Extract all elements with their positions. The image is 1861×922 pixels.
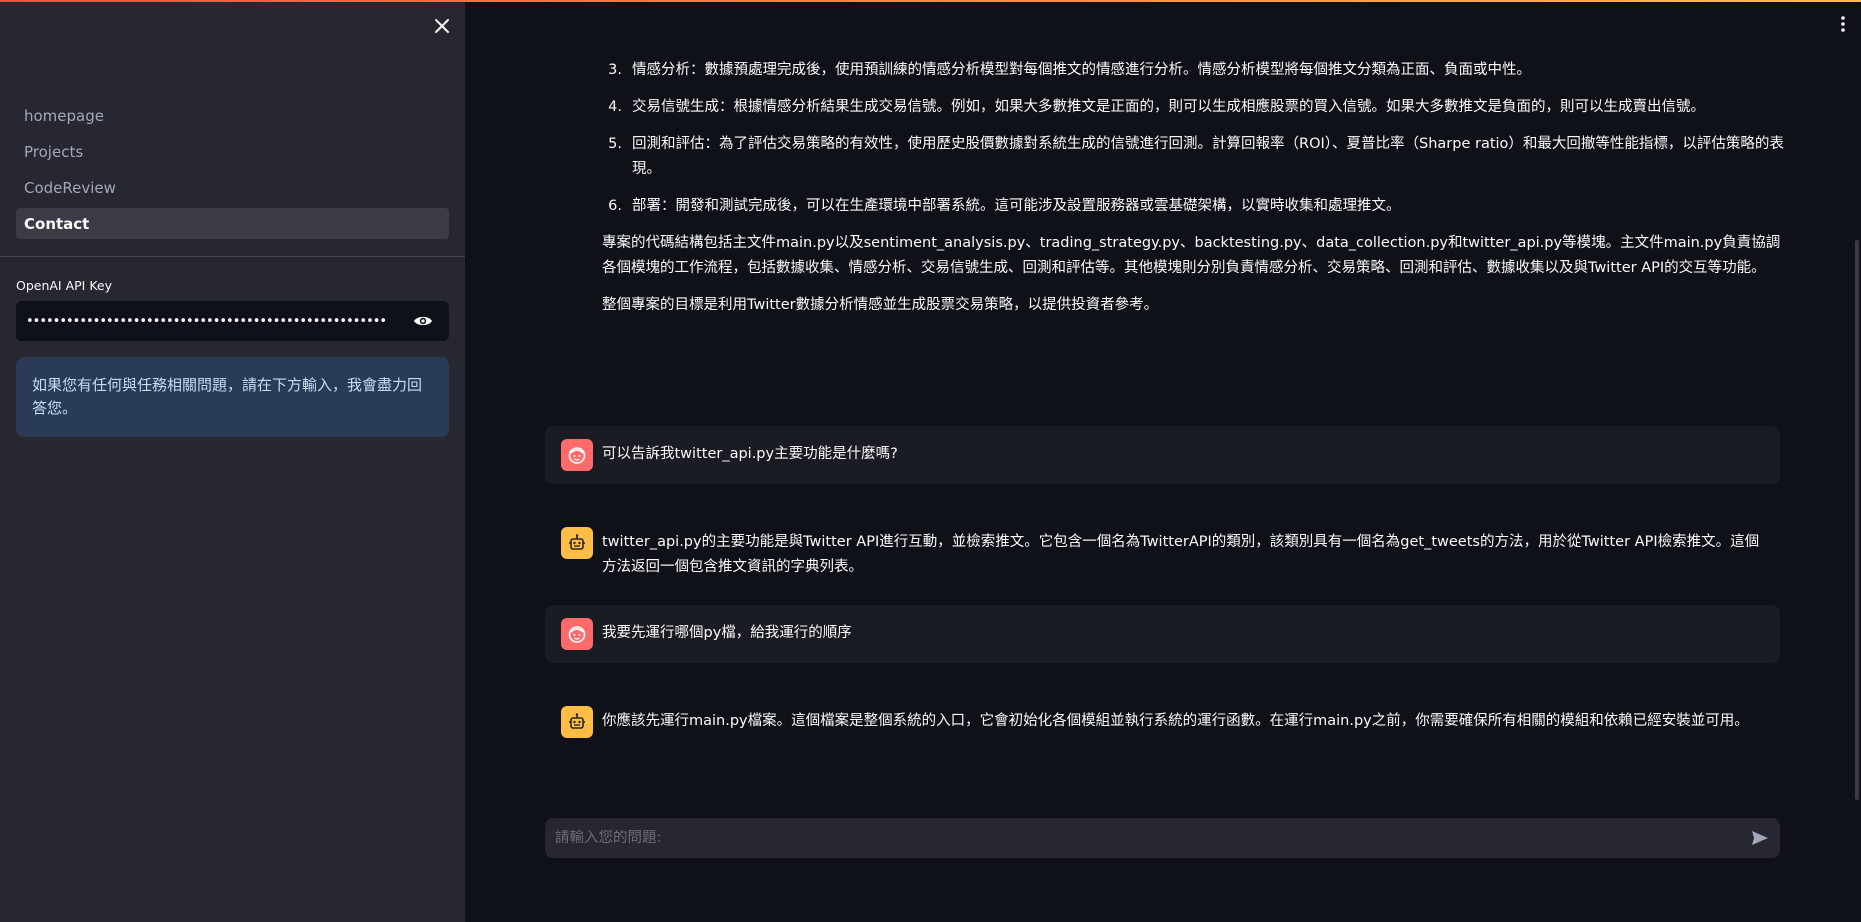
sidebar-nav: homepage Projects CodeReview Contact <box>16 100 449 244</box>
eye-icon <box>414 316 432 326</box>
user-avatar <box>561 439 593 471</box>
kebab-menu-icon <box>1841 16 1845 32</box>
list-item: 4. 交易信號生成：根據情感分析結果生成交易信號。例如，如果大多數推文是正面的，則… <box>602 95 1785 120</box>
project-goal-paragraph: 整個專案的目標是利用Twitter數據分析情感並生成股票交易策略，以提供投資者參… <box>602 297 1159 313</box>
step-text: 情感分析：數據預處理完成後，使用預訓練的情感分析模型對每個推文的情感進行分析。情… <box>632 62 1531 78</box>
robot-icon <box>569 534 585 550</box>
close-sidebar-button[interactable] <box>430 14 454 38</box>
assistant-avatar <box>561 527 593 559</box>
message-text: 我要先運行哪個py檔，給我運行的順序 <box>602 625 852 641</box>
message-text: twitter_api.py的主要功能是與Twitter API進行互動，並檢索… <box>602 534 1760 575</box>
sidebar-divider <box>0 256 465 257</box>
scrollbar[interactable] <box>1855 240 1859 800</box>
user-message: 可以告訴我twitter_api.py主要功能是什麼嗎? <box>545 426 1780 484</box>
close-icon <box>435 19 449 33</box>
step-number: 5. <box>608 136 622 152</box>
step-number: 6. <box>608 198 622 214</box>
api-key-input[interactable]: ••••••••••••••••••••••••••••••••••••••••… <box>16 314 403 329</box>
api-key-label: OpenAI API Key <box>16 278 113 293</box>
send-icon <box>1752 831 1768 845</box>
send-button[interactable] <box>1740 818 1780 858</box>
user-face-icon <box>568 626 586 643</box>
chat-input-bar[interactable] <box>545 818 1780 858</box>
chat-input[interactable] <box>545 830 1740 846</box>
message-text: 可以告訴我twitter_api.py主要功能是什麼嗎? <box>602 446 898 462</box>
list-item: 5. 回測和評估：為了評估交易策略的有效性，使用歷史股價數據對系統生成的信號進行回… <box>602 132 1785 182</box>
step-text: 回測和評估：為了評估交易策略的有效性，使用歷史股價數據對系統生成的信號進行回測。… <box>632 136 1784 177</box>
user-face-icon <box>568 447 586 464</box>
step-number: 3. <box>608 62 622 78</box>
list-item: 6. 部署：開發和測試完成後，可以在生產環境中部署系統。這可能涉及設置服務器或雲基… <box>602 194 1785 219</box>
show-password-button[interactable] <box>403 301 443 341</box>
user-message: 我要先運行哪個py檔，給我運行的順序 <box>545 605 1780 663</box>
api-key-field[interactable]: ••••••••••••••••••••••••••••••••••••••••… <box>16 301 449 341</box>
robot-icon <box>569 713 585 729</box>
sidebar: homepage Projects CodeReview Contact Ope… <box>0 0 465 922</box>
steps-list: 3. 情感分析：數據預處理完成後，使用預訓練的情感分析模型對每個推文的情感進行分析… <box>602 58 1785 219</box>
sidebar-item-projects[interactable]: Projects <box>16 136 449 167</box>
top-accent-line <box>0 0 1861 2</box>
main-menu-button[interactable] <box>1835 12 1851 36</box>
sidebar-item-contact[interactable]: Contact <box>16 208 449 239</box>
info-message: 如果您有任何與任務相關問題，請在下方輸入，我會盡力回答您。 <box>16 357 449 437</box>
step-text: 部署：開發和測試完成後，可以在生產環境中部署系統。這可能涉及設置服務器或雲基礎架… <box>632 198 1401 214</box>
assistant-message: 你應該先運行main.py檔案。這個檔案是整個系統的入口，它會初始化各個模組並執… <box>545 693 1780 751</box>
assistant-content: 3. 情感分析：數據預處理完成後，使用預訓練的情感分析模型對每個推文的情感進行分析… <box>602 58 1785 330</box>
user-avatar <box>561 618 593 650</box>
step-text: 交易信號生成：根據情感分析結果生成交易信號。例如，如果大多數推文是正面的，則可以… <box>632 99 1705 115</box>
step-number: 4. <box>608 99 622 115</box>
list-item: 3. 情感分析：數據預處理完成後，使用預訓練的情感分析模型對每個推文的情感進行分析… <box>602 58 1785 83</box>
assistant-message: twitter_api.py的主要功能是與Twitter API進行互動，並檢索… <box>545 514 1780 593</box>
code-structure-paragraph: 專案的代碼結構包括主文件main.py以及sentiment_analysis.… <box>602 235 1781 276</box>
assistant-avatar <box>561 706 593 738</box>
sidebar-item-codereview[interactable]: CodeReview <box>16 172 449 203</box>
message-text: 你應該先運行main.py檔案。這個檔案是整個系統的入口，它會初始化各個模組並執… <box>602 713 1749 729</box>
sidebar-item-homepage[interactable]: homepage <box>16 100 449 131</box>
